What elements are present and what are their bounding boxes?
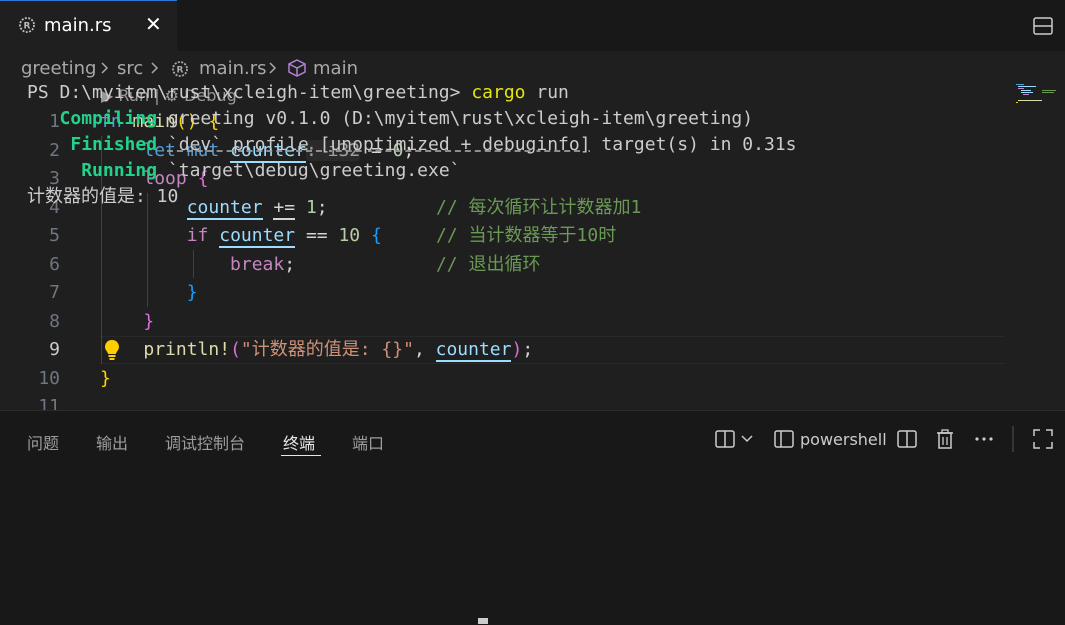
semicolon: ; xyxy=(316,196,328,218)
tab-debug-console[interactable]: 调试控制台 xyxy=(165,430,245,454)
line-number: 10 xyxy=(38,367,60,389)
terminal-args: run xyxy=(525,82,569,103)
terminal-prompt: PS D:\myitem\rust\xcleigh-item\greeting> xyxy=(27,82,472,103)
bracket: ( xyxy=(230,339,241,360)
terminal-cursor xyxy=(478,618,488,624)
tab-problems[interactable]: 问题 xyxy=(27,430,59,454)
code-line: 10 } xyxy=(0,365,1010,393)
terminal-output[interactable]: PS D:\myitem\rust\xcleigh-item\greeting>… xyxy=(27,80,796,207)
breadcrumb-folder[interactable]: greeting xyxy=(21,58,96,79)
compiling-text: greeting v0.1.0 (D:\myitem\rust\xcleigh-… xyxy=(157,108,754,129)
finished-label: Finished xyxy=(70,134,158,155)
number: 10 xyxy=(338,225,361,246)
variable: counter xyxy=(435,339,512,362)
minimap[interactable] xyxy=(1012,83,1064,107)
trash-icon[interactable] xyxy=(934,428,956,454)
svg-text:R: R xyxy=(177,66,184,76)
line-number: 8 xyxy=(49,310,60,332)
more-actions-icon[interactable] xyxy=(973,429,995,453)
code-line: 7 } xyxy=(0,279,1010,307)
bracket: } xyxy=(186,282,198,303)
program-output: 计数器的值是: 10 xyxy=(27,186,179,207)
comment: // 退出循环 xyxy=(435,253,541,275)
bracket: } xyxy=(143,310,155,332)
line-number: 6 xyxy=(49,253,60,275)
keyword: if xyxy=(186,225,209,246)
tab-output[interactable]: 输出 xyxy=(96,430,128,454)
bracket: { xyxy=(371,225,382,246)
running-label: Running xyxy=(81,160,158,181)
terminal-line: 计数器的值是: 10 xyxy=(27,184,178,210)
svg-text:R: R xyxy=(24,22,31,32)
toolbar-divider xyxy=(1012,426,1014,456)
finished-time: target(s) in 0.31s xyxy=(590,134,797,155)
close-tab-icon[interactable]: ✕ xyxy=(145,12,162,36)
line-number: 11 xyxy=(38,396,60,410)
terminal-line: Finished `dev` profile [unoptimized + de… xyxy=(27,132,796,158)
semicolon: ; xyxy=(284,253,296,275)
number: 1 xyxy=(305,196,317,218)
tab-terminal[interactable]: 终端 xyxy=(283,430,315,454)
terminal-instance-icon xyxy=(773,428,795,454)
keyword: break xyxy=(230,253,285,275)
code-line-active: 9 println!("计数器的值是: {}", counter); xyxy=(0,336,1010,364)
code-line: 6 break; // 退出循环 xyxy=(0,251,1010,279)
split-editor-icon[interactable] xyxy=(1032,15,1054,41)
macro: println! xyxy=(143,339,231,360)
terminal-line: Running `target\debug\greeting.exe` xyxy=(27,158,461,184)
terminal-line: PS D:\myitem\rust\xcleigh-item\greeting>… xyxy=(27,80,569,106)
rust-file-icon: R xyxy=(18,16,36,38)
comment: // 每次循环让计数器加1 xyxy=(436,196,642,218)
compiling-label: Compiling xyxy=(59,108,158,129)
tab-filename: main.rs xyxy=(44,15,112,36)
operator: == xyxy=(305,225,328,246)
active-tab-underline xyxy=(281,455,321,456)
comment: // 当计数器等于10时 xyxy=(436,225,617,246)
variable: counter xyxy=(219,225,296,248)
running-text: `target\debug\greeting.exe` xyxy=(167,160,461,181)
bracket: } xyxy=(100,367,111,389)
code-line: 8 } xyxy=(0,308,1010,336)
bracket: ) xyxy=(511,339,523,360)
breadcrumb-symbol[interactable]: main xyxy=(313,58,358,79)
maximize-panel-icon[interactable] xyxy=(1032,428,1054,454)
chevron-down-icon[interactable] xyxy=(740,430,754,452)
line-number: 5 xyxy=(49,225,60,246)
finished-profile[interactable]: `dev` profile [unoptimized + debuginfo] xyxy=(168,134,591,155)
code-line: 11 xyxy=(0,393,1010,410)
terminal-shell-name[interactable]: powershell xyxy=(800,430,887,449)
variable: counter xyxy=(186,196,263,220)
lightbulb-icon[interactable] xyxy=(104,339,120,365)
semicolon: ; xyxy=(522,339,534,360)
tab-bar: R main.rs ✕ xyxy=(0,0,1065,51)
terminal-line: Compiling greeting v0.1.0 (D:\myitem\rus… xyxy=(27,106,754,132)
terminal-command: cargo xyxy=(471,82,526,103)
split-terminal-icon[interactable] xyxy=(714,428,736,454)
bottom-panel: 问题 输出 调试控制台 终端 端口 powershell xyxy=(0,410,1065,625)
line-number: 7 xyxy=(49,282,60,303)
line-number: 9 xyxy=(49,339,60,360)
split-icon[interactable] xyxy=(896,428,918,454)
breadcrumb-file[interactable]: main.rs xyxy=(199,58,266,79)
editor-tab-main-rs[interactable]: R main.rs ✕ xyxy=(0,0,177,51)
code-line: 5 if counter == 10 { // 当计数器等于10时 xyxy=(0,222,1010,250)
tab-ports[interactable]: 端口 xyxy=(352,430,384,454)
breadcrumb-src[interactable]: src xyxy=(117,58,143,79)
operator: += xyxy=(273,196,296,220)
string: "计数器的值是: {}" xyxy=(240,339,414,360)
comma: , xyxy=(413,339,436,360)
